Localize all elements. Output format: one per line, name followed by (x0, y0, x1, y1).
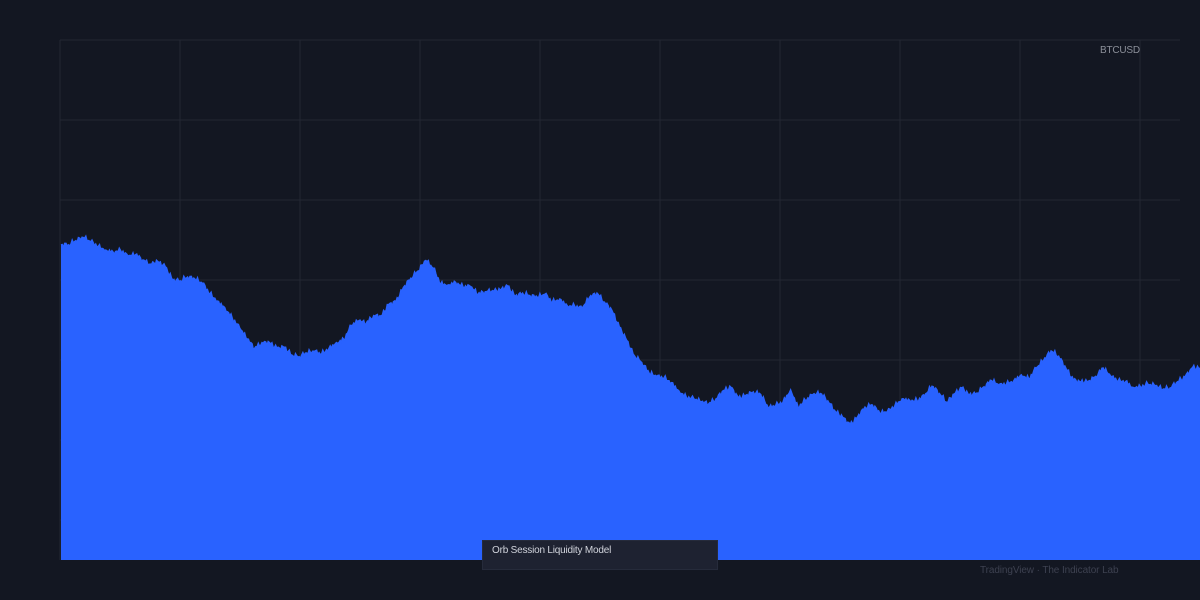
area-chart (59, 39, 1200, 561)
series-area (61, 236, 1200, 561)
symbol-label: BTCUSD (1100, 45, 1140, 56)
credit-text: TradingView · The Indicator Lab (980, 565, 1119, 576)
chart-stage: BTCUSD Orb Session Liquidity Model Tradi… (0, 0, 1200, 600)
indicator-caption-text: Orb Session Liquidity Model (492, 545, 612, 556)
series-layer (60, 234, 1200, 561)
indicator-caption: Orb Session Liquidity Model (482, 540, 718, 570)
